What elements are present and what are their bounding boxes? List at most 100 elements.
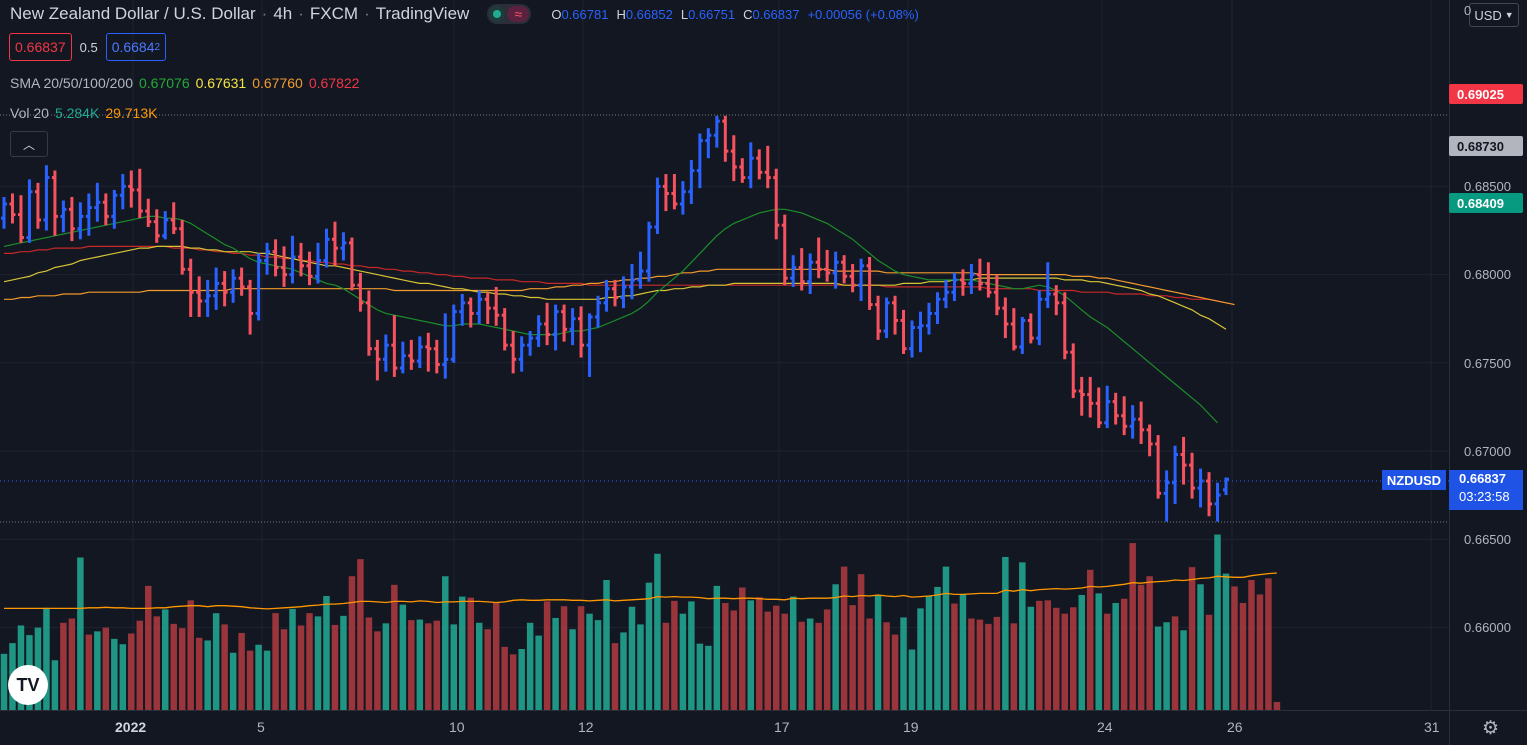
- ohlc-bar: [713, 115, 720, 148]
- ohlc-bar: [730, 135, 737, 182]
- interval-label[interactable]: 4h: [273, 4, 292, 24]
- ohlc-bar: [204, 279, 211, 317]
- settings-gear-icon[interactable]: ⚙: [1482, 717, 1499, 740]
- volume-bar: [628, 606, 636, 710]
- ohlc-bar: [1036, 290, 1043, 346]
- price-tick: 0.67500: [1464, 356, 1511, 371]
- axis-top-label: 0: [1464, 3, 1472, 18]
- time-tick: 26: [1227, 719, 1243, 735]
- volume-bar: [976, 619, 984, 710]
- volume-bar: [594, 620, 602, 710]
- ohlc-bar: [281, 246, 288, 287]
- volume-bar: [60, 622, 67, 710]
- volume-bar: [509, 654, 517, 710]
- ohlc-bar: [942, 279, 949, 309]
- collapse-legend-button[interactable]: ︿: [10, 131, 48, 157]
- ohlc-bar: [841, 255, 848, 284]
- ohlc-bar: [119, 174, 126, 210]
- time-tick: 12: [578, 719, 594, 735]
- volume-bar: [705, 645, 712, 710]
- currency-button[interactable]: USD ▼: [1469, 3, 1519, 27]
- ohlc-bar: [688, 159, 695, 205]
- volume-bar: [577, 606, 585, 710]
- separator: ·: [298, 4, 304, 23]
- volume-bar: [917, 608, 924, 710]
- buy-button[interactable]: 0.6684 2: [105, 33, 167, 61]
- volume-bar: [221, 624, 228, 710]
- ohlc-bar: [637, 251, 644, 289]
- vol-ma-value: 29.713K: [105, 105, 158, 121]
- volume-bar: [747, 600, 755, 710]
- open-label: O: [551, 6, 562, 22]
- volume-bar: [1273, 701, 1281, 710]
- volume-bar: [51, 660, 59, 710]
- volume-bar: [238, 632, 245, 710]
- volume-ma: [4, 572, 1277, 610]
- volume-bar: [1036, 600, 1043, 710]
- high-price-tag: 0.69025: [1449, 84, 1523, 104]
- symbol-name[interactable]: New Zealand Dollar / U.S. Dollar: [10, 4, 256, 24]
- volume-bar: [306, 613, 313, 710]
- ohlc-bar: [43, 165, 50, 231]
- volume-bar: [382, 623, 390, 710]
- volume-bar: [255, 644, 262, 710]
- ohlc-bar: [264, 242, 271, 275]
- ohlc-bar: [1197, 468, 1204, 508]
- ohlc-bar: [1002, 297, 1009, 339]
- ohlc-bar: [909, 320, 916, 358]
- ohlc-bar: [425, 332, 432, 372]
- ohlc-bar: [595, 295, 602, 328]
- volume-bar: [815, 622, 822, 710]
- volume-bar: [722, 603, 729, 710]
- tradingview-logo-icon[interactable]: TV: [8, 665, 48, 705]
- high-value: 0.66852: [625, 6, 673, 22]
- vol-value: 5.284K: [54, 105, 100, 121]
- trade-panel: 0.66837 0.5 0.6684 2: [9, 33, 167, 61]
- sma-price-tag: 0.68409: [1449, 193, 1523, 213]
- volume-bar: [789, 596, 797, 710]
- ohlc-bar: [323, 228, 330, 268]
- volume-bar: [111, 638, 118, 710]
- volume-legend[interactable]: Vol 20 5.284K 29.713K: [10, 105, 157, 121]
- chevron-down-icon: ▼: [1504, 10, 1514, 20]
- market-status[interactable]: ≈: [487, 4, 532, 24]
- volume-bar: [968, 618, 975, 710]
- ohlc-bar: [17, 195, 24, 243]
- ohlc-bar: [773, 168, 780, 240]
- volume-bar: [713, 585, 721, 710]
- volume-bar: [993, 616, 1001, 710]
- time-tick: 24: [1097, 719, 1113, 735]
- volume-bar: [569, 629, 576, 710]
- volume-bar: [272, 613, 279, 710]
- ohlc-bar: [807, 253, 814, 295]
- ohlc-bar: [892, 295, 899, 335]
- exchange-label: FXCM: [309, 4, 359, 23]
- ohlc-bar: [756, 149, 763, 180]
- symbol-tag: NZDUSD: [1382, 470, 1446, 490]
- chevron-up-icon: ︿: [22, 137, 35, 152]
- sma20-line: [3, 208, 1218, 424]
- ohlc-bar: [1146, 424, 1153, 457]
- volume-bar: [671, 600, 678, 710]
- volume-bar: [484, 629, 491, 710]
- ohlc-bar: [628, 264, 635, 300]
- price-tick: 0.66000: [1464, 620, 1511, 635]
- chart-canvas[interactable]: [0, 0, 1527, 745]
- ohlc-bar: [408, 339, 415, 370]
- ohlc-bar: [1, 196, 7, 229]
- volume-bar: [1146, 576, 1153, 710]
- volume-bar: [696, 643, 704, 710]
- time-tick: 19: [903, 719, 919, 735]
- volume-bar: [1163, 622, 1170, 710]
- sell-button[interactable]: 0.66837: [9, 33, 72, 61]
- volume-bar: [323, 596, 330, 710]
- sma-lines: [3, 208, 1235, 424]
- volume-bar: [620, 632, 627, 710]
- ohlc-bar: [985, 262, 992, 298]
- sma-legend[interactable]: SMA 20/50/100/200 0.67076 0.67631 0.6776…: [10, 75, 359, 91]
- volume-bar: [849, 605, 856, 710]
- ohlc-bar: [722, 115, 729, 162]
- volume-bar: [145, 585, 152, 710]
- volume-bar: [925, 595, 933, 710]
- price-bars: [1, 115, 1229, 522]
